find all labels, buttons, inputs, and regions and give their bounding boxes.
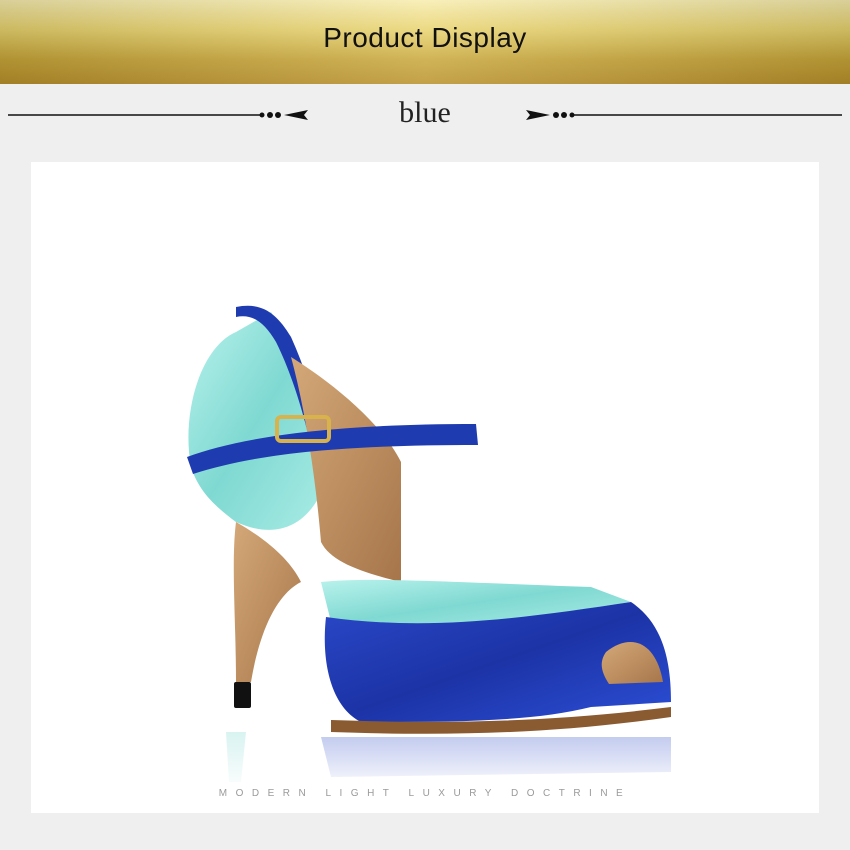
banner-title: Product Display [323,22,527,53]
dance-shoe-image [31,162,819,813]
brand-tagline: MODERN LIGHT LUXURY DOCTRINE [218,788,632,799]
product-photo: MODERN LIGHT LUXURY DOCTRINE [31,162,819,813]
product-display-banner: Product Display [0,0,850,84]
color-variant-header: blue [0,86,850,142]
right-ornament-divider [526,110,842,120]
